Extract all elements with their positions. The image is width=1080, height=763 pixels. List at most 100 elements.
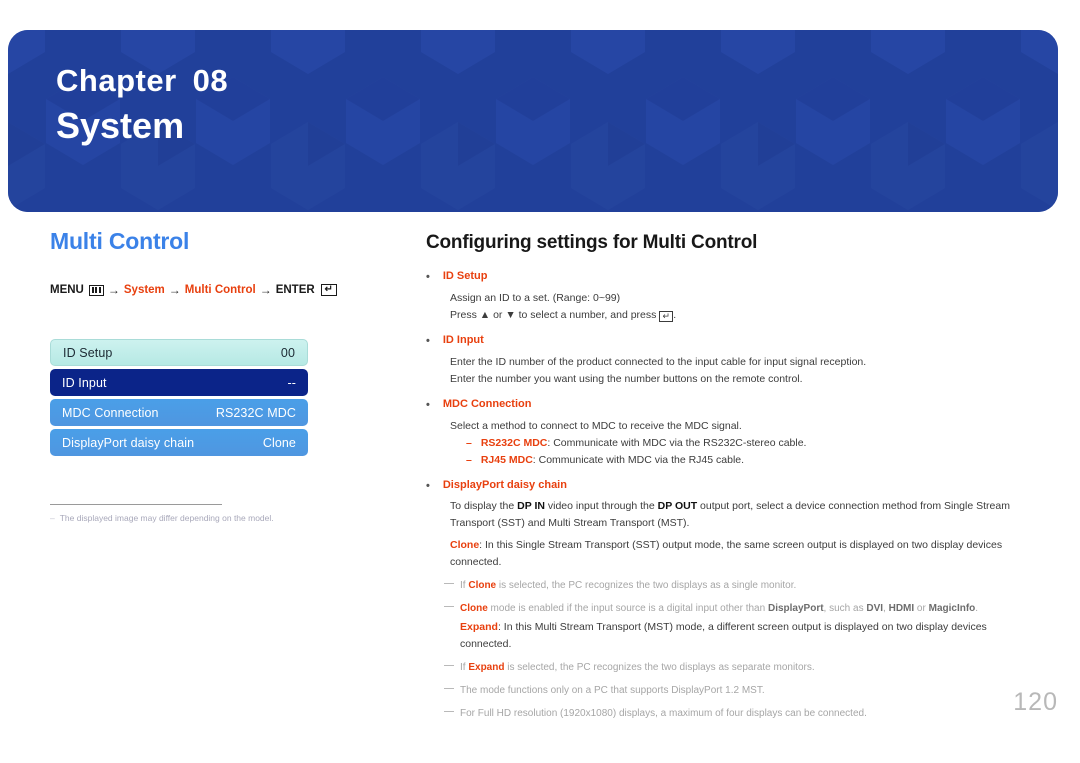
breadcrumb-enter-label: ENTER: [275, 284, 315, 296]
tip-term: Clone: [460, 603, 488, 615]
sub-item-rj45: – RJ45 MDC: Communicate with MDC via the…: [466, 452, 1038, 469]
body-text: Assign an ID to a set. (Range: 0~99): [450, 291, 621, 304]
tip-bold-displayport: DisplayPort: [767, 603, 824, 615]
left-column: Multi Control MENU → System → Multi Cont…: [50, 228, 390, 525]
tip-post: mode is enabled if the input source is a…: [487, 603, 768, 615]
osd-menu-mock: ID Setup 00 ID Input -- MDC Connection R…: [50, 339, 308, 456]
chapter-label: Chapter: [56, 63, 177, 98]
sub-text: : Communicate with MDC via the RJ45 cabl…: [532, 453, 745, 466]
chapter-line: Chapter 08: [56, 62, 228, 101]
tip-bold-magicinfo: MagicInfo: [928, 603, 976, 615]
section-displayport-daisy-chain: • DisplayPort daisy chain To display the…: [426, 479, 1038, 723]
osd-row-id-input[interactable]: ID Input --: [50, 369, 308, 396]
osd-value: --: [287, 375, 296, 390]
osd-label: ID Input: [62, 375, 107, 390]
expand-text: : In this Multi Stream Transport (MST) m…: [460, 621, 987, 651]
section-id-setup: • ID Setup Assign an ID to a set. (Range…: [426, 270, 1038, 324]
osd-value: RS232C MDC: [215, 405, 296, 420]
enter-key-icon: ↵: [659, 310, 674, 322]
sub-text: : Communicate with MDC via the RS232C-st…: [547, 436, 807, 449]
tip-dash-icon: —: [444, 601, 454, 613]
breadcrumb-arrow-1: →: [107, 283, 120, 297]
body-text: Enter the number you want using the numb…: [450, 372, 803, 385]
breadcrumb-step-system[interactable]: System: [124, 284, 165, 296]
breadcrumb-arrow-2: →: [168, 283, 181, 297]
osd-value: Clone: [262, 435, 296, 450]
tip-bold-dvi: DVI: [866, 603, 884, 615]
section-heading-row: • MDC Connection: [426, 398, 1038, 413]
tip-end: .: [975, 603, 979, 615]
tip-term: Clone: [468, 580, 497, 592]
chapter-number: 08: [192, 63, 229, 98]
tip-dash-icon: —: [444, 706, 454, 718]
dp-out-term: DP OUT: [657, 500, 698, 513]
osd-label: DisplayPort daisy chain: [62, 435, 195, 450]
expand-paragraph: Expand: In this Multi Stream Transport (…: [460, 619, 1038, 653]
clone-paragraph: Clone: In this Single Stream Transport (…: [450, 537, 1038, 571]
osd-row-id-setup[interactable]: ID Setup 00: [50, 339, 308, 366]
body-text: Enter the ID number of the product conne…: [450, 355, 867, 368]
clone-term: Clone: [450, 539, 480, 552]
breadcrumb-menu-label: MENU: [50, 284, 84, 296]
footnote-divider: [50, 504, 222, 505]
osd-row-displayport-daisy-chain[interactable]: DisplayPort daisy chain Clone: [50, 429, 308, 456]
menu-bars-icon: [88, 284, 104, 296]
clone-text: : In this Single Stream Transport (SST) …: [450, 539, 1003, 569]
tip-mid: , such as: [823, 603, 867, 615]
page-title: Multi Control: [50, 228, 190, 254]
sub-term: RS232C MDC: [480, 436, 548, 449]
tip-expand-separate-monitors: — If Expand is selected, the PC recogniz…: [444, 660, 1038, 676]
dp-in-term: DP IN: [517, 500, 545, 513]
breadcrumb: MENU → System → Multi Control → ENTER ↵: [50, 283, 390, 297]
osd-label: ID Setup: [63, 345, 113, 360]
right-column: Configuring settings for Multi Control •…: [426, 232, 1038, 732]
tip-bold-hdmi: HDMI: [888, 603, 915, 615]
page-number: 120: [1013, 688, 1058, 716]
section-heading: DisplayPort daisy chain: [442, 478, 567, 491]
tip-dash-icon: —: [444, 578, 454, 590]
body-text-suffix: .: [673, 308, 677, 321]
bullet-icon: •: [426, 271, 430, 283]
osd-label: MDC Connection: [62, 405, 159, 420]
dp-part2: video input through the: [544, 500, 658, 513]
breadcrumb-step-multi-control[interactable]: Multi Control: [185, 284, 256, 296]
bullet-icon: •: [426, 334, 430, 347]
section-heading-row: • ID Input: [426, 334, 1038, 349]
breadcrumb-arrow-3: →: [259, 283, 272, 297]
banner-text-group: Chapter 08 System: [56, 62, 228, 150]
right-heading: Configuring settings for Multi Control: [426, 232, 758, 253]
tip-term: Expand: [468, 662, 505, 674]
section-heading-row: • DisplayPort daisy chain: [426, 479, 1038, 494]
bullet-icon: •: [426, 398, 430, 411]
sub-item-rs232c: – RS232C MDC: Communicate with MDC via t…: [466, 435, 1038, 452]
tip-post: is selected, the PC recognizes the two d…: [504, 662, 815, 674]
enter-key-icon: ↵: [320, 284, 337, 296]
section-heading: ID Input: [442, 333, 484, 346]
sub-term: RJ45 MDC: [480, 453, 533, 466]
tip-dash-icon: —: [444, 683, 454, 695]
tip-text: The mode functions only on a PC that sup…: [460, 685, 765, 697]
footnote-text: The displayed image may differ depending…: [59, 513, 274, 523]
body-text: Press ▲ or ▼ to select a number, and pre…: [450, 308, 660, 321]
section-heading: MDC Connection: [442, 397, 532, 410]
dp-body-paragraph: To display the DP IN video input through…: [450, 498, 1038, 532]
section-mdc-connection: • MDC Connection Select a method to conn…: [426, 398, 1038, 469]
section-heading: ID Setup: [442, 270, 488, 282]
tip-text: For Full HD resolution (1920x1080) displ…: [460, 708, 867, 720]
bullet-icon: •: [426, 479, 430, 492]
tip-clone-single-monitor: — If Clone is selected, the PC recognize…: [444, 578, 1038, 594]
tip-post: is selected, the PC recognizes the two d…: [496, 580, 797, 592]
body-text: Select a method to connect to MDC to rec…: [450, 419, 742, 432]
chapter-title: System: [56, 104, 185, 146]
tip-fullhd-max-displays: — For Full HD resolution (1920x1080) dis…: [444, 706, 1038, 722]
tip-clone-digital-input: — Clone mode is enabled if the input sou…: [444, 601, 1038, 653]
footnote-dash: –: [50, 513, 55, 523]
dp-part1: To display the: [450, 500, 518, 513]
footnote: – The displayed image may differ dependi…: [50, 513, 308, 525]
expand-term: Expand: [460, 621, 498, 634]
chapter-banner: Chapter 08 System: [8, 30, 1058, 212]
tip-dash-icon: —: [444, 660, 454, 672]
osd-row-mdc-connection[interactable]: MDC Connection RS232C MDC: [50, 399, 308, 426]
sub-dash-icon: –: [466, 453, 472, 466]
sub-dash-icon: –: [466, 436, 472, 449]
